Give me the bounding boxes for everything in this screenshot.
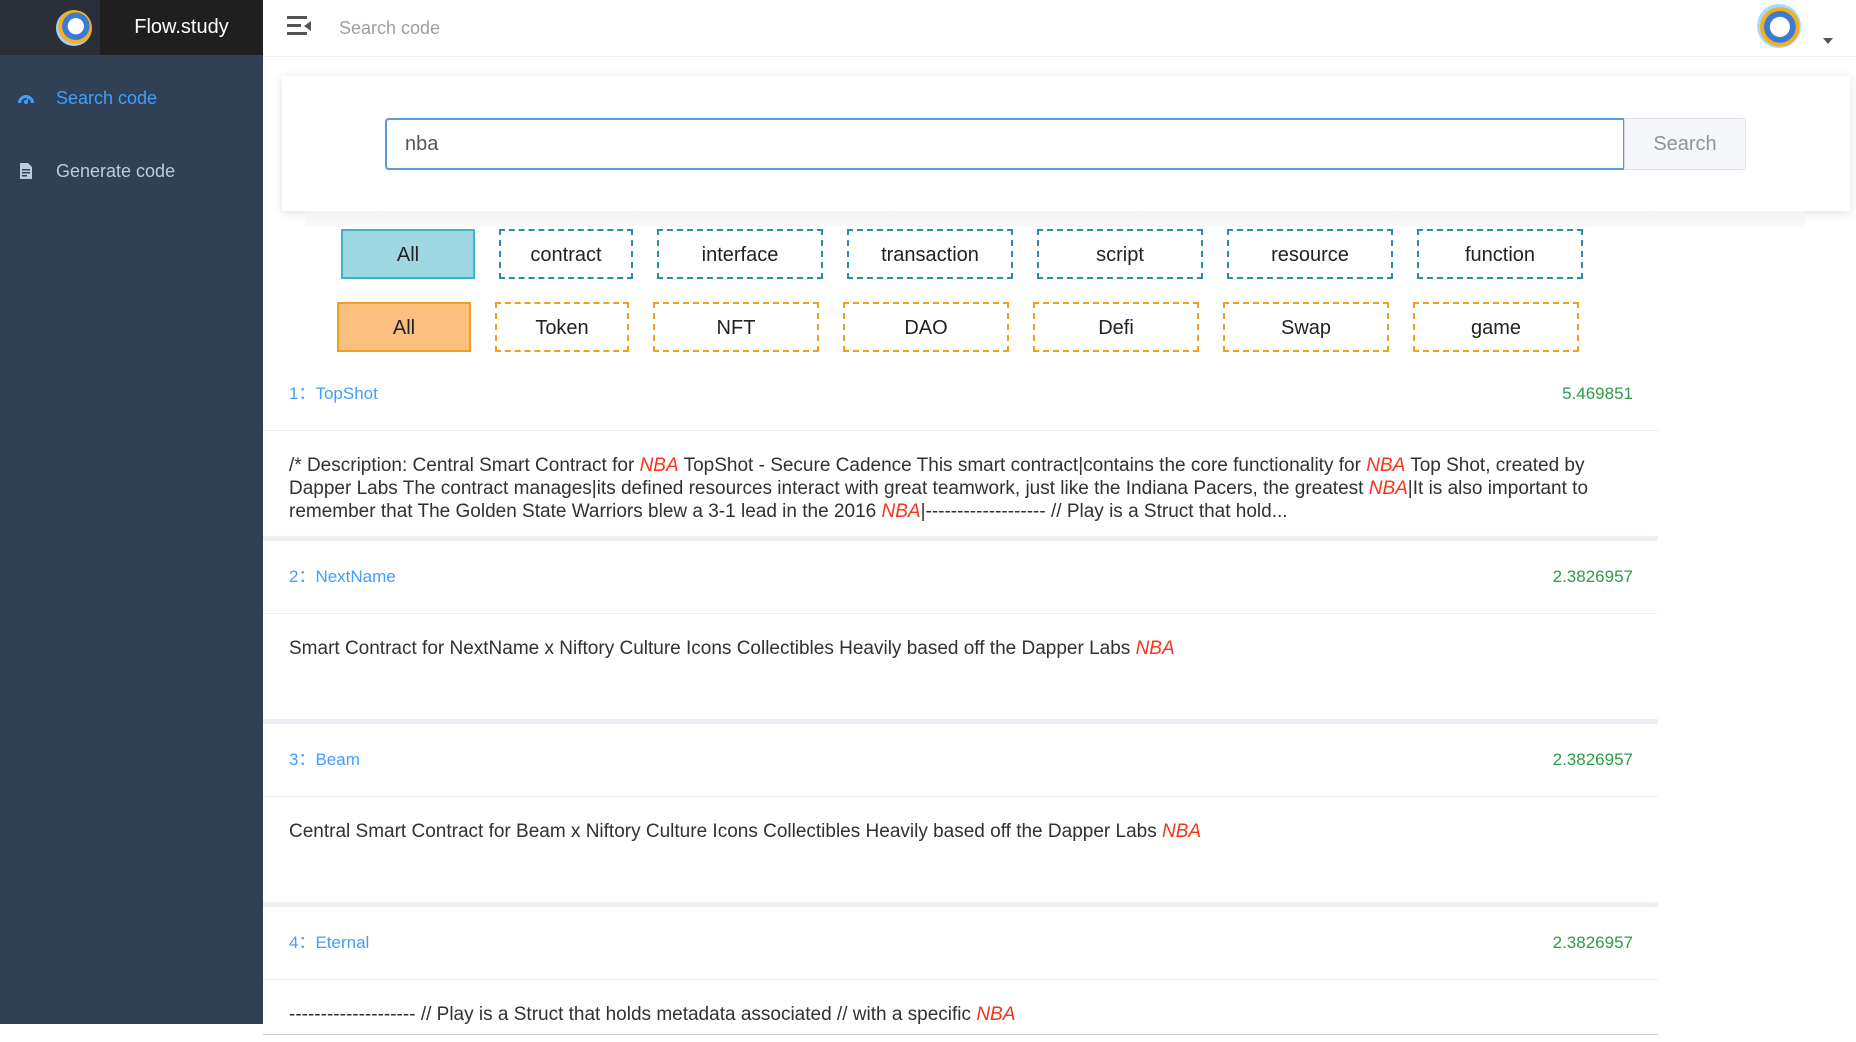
keyword-highlight: NBA xyxy=(881,501,921,522)
logo-icon xyxy=(56,10,92,46)
result-item: 1：TopShot 5.469851 /* Description: Centr… xyxy=(263,358,1658,541)
chevron-down-icon[interactable] xyxy=(1823,38,1833,44)
document-icon xyxy=(20,163,32,179)
result-snippet: -------------------- // Play is a Struct… xyxy=(263,980,1658,1034)
keyword-highlight: NBA xyxy=(976,1004,1016,1025)
snippet-text: |------------------- // Play is a Struct… xyxy=(920,501,1288,522)
result-item: 2：NextName 2.3826957 Smart Contract for … xyxy=(263,541,1658,724)
result-header: 3：Beam 2.3826957 xyxy=(263,724,1658,797)
search-button[interactable]: Search xyxy=(1624,118,1746,170)
category-filter-game[interactable]: game xyxy=(1413,302,1579,352)
type-filter-all[interactable]: All xyxy=(341,229,475,279)
result-header: 1：TopShot 5.469851 xyxy=(263,358,1658,431)
sidebar-item-search-code[interactable]: Search code xyxy=(0,68,263,128)
avatar[interactable] xyxy=(1757,4,1801,48)
result-title-link[interactable]: 4：Eternal xyxy=(289,907,369,979)
result-item: 4：Eternal 2.3826957 --------------------… xyxy=(263,907,1658,1034)
keyword-highlight: NBA xyxy=(1161,821,1202,842)
keyword-highlight: NBA xyxy=(639,455,679,476)
snippet-text: -------------------- // Play is a Struct… xyxy=(289,1004,977,1025)
type-filter-interface[interactable]: interface xyxy=(657,229,823,279)
type-filter-function[interactable]: function xyxy=(1417,229,1583,279)
category-filter-token[interactable]: Token xyxy=(495,302,629,352)
type-filter-resource[interactable]: resource xyxy=(1227,229,1393,279)
snippet-text: Smart Contract for NextName x Niftory Cu… xyxy=(289,638,1136,659)
sidebar-item-generate-code[interactable]: Generate code xyxy=(0,141,263,201)
type-filter-contract[interactable]: contract xyxy=(499,229,633,279)
sidebar-item-label: Search code xyxy=(56,88,158,108)
category-filter-dao[interactable]: DAO xyxy=(843,302,1009,352)
snippet-text: /* Description: Central Smart Contract f… xyxy=(289,455,640,476)
dashboard-icon xyxy=(18,95,34,104)
logo-area[interactable] xyxy=(0,0,100,55)
result-title-link[interactable]: 2：NextName xyxy=(289,541,396,613)
result-score: 2.3826957 xyxy=(1552,750,1633,769)
sidebar-item-label: Generate code xyxy=(56,161,176,181)
sidebar-header: Flow.study xyxy=(0,0,263,55)
type-filter-transaction[interactable]: transaction xyxy=(847,229,1013,279)
result-snippet: Smart Contract for NextName x Niftory Cu… xyxy=(263,614,1658,719)
brand-title[interactable]: Flow.study xyxy=(100,0,263,55)
result-snippet: Central Smart Contract for Beam x Niftor… xyxy=(263,797,1658,902)
sidebar: Flow.study Search code Generate code xyxy=(0,0,263,1024)
category-filter-all[interactable]: All xyxy=(337,302,471,352)
result-item: 3：Beam 2.3826957 Central Smart Contract … xyxy=(263,724,1658,907)
keyword-highlight: NBA xyxy=(1368,478,1408,499)
top-navbar: Search code xyxy=(263,0,1856,57)
snippet-text: Central Smart Contract for Beam x Niftor… xyxy=(289,821,1162,842)
type-filter-script[interactable]: script xyxy=(1037,229,1203,279)
result-header: 2：NextName 2.3826957 xyxy=(263,541,1658,614)
breadcrumb[interactable]: Search code xyxy=(339,0,440,56)
snippet-text: TopShot - Secure Cadence This smart cont… xyxy=(678,455,1367,476)
result-title-link[interactable]: 1：TopShot xyxy=(289,358,378,430)
result-score: 2.3826957 xyxy=(1552,933,1633,952)
result-score: 2.3826957 xyxy=(1552,567,1633,586)
result-snippet: /* Description: Central Smart Contract f… xyxy=(263,431,1658,536)
search-input[interactable] xyxy=(385,118,1625,170)
result-title-link[interactable]: 3：Beam xyxy=(289,724,360,796)
keyword-highlight: NBA xyxy=(1135,638,1175,659)
category-filter-swap[interactable]: Swap xyxy=(1223,302,1389,352)
keyword-highlight: NBA xyxy=(1366,455,1406,476)
results-list: 1：TopShot 5.469851 /* Description: Centr… xyxy=(263,358,1658,1035)
menu-toggle-icon[interactable] xyxy=(287,16,311,38)
card-shadow xyxy=(305,211,1805,227)
category-filter-defi[interactable]: Defi xyxy=(1033,302,1199,352)
result-header: 4：Eternal 2.3826957 xyxy=(263,907,1658,980)
result-score: 5.469851 xyxy=(1562,384,1633,403)
category-filter-nft[interactable]: NFT xyxy=(653,302,819,352)
